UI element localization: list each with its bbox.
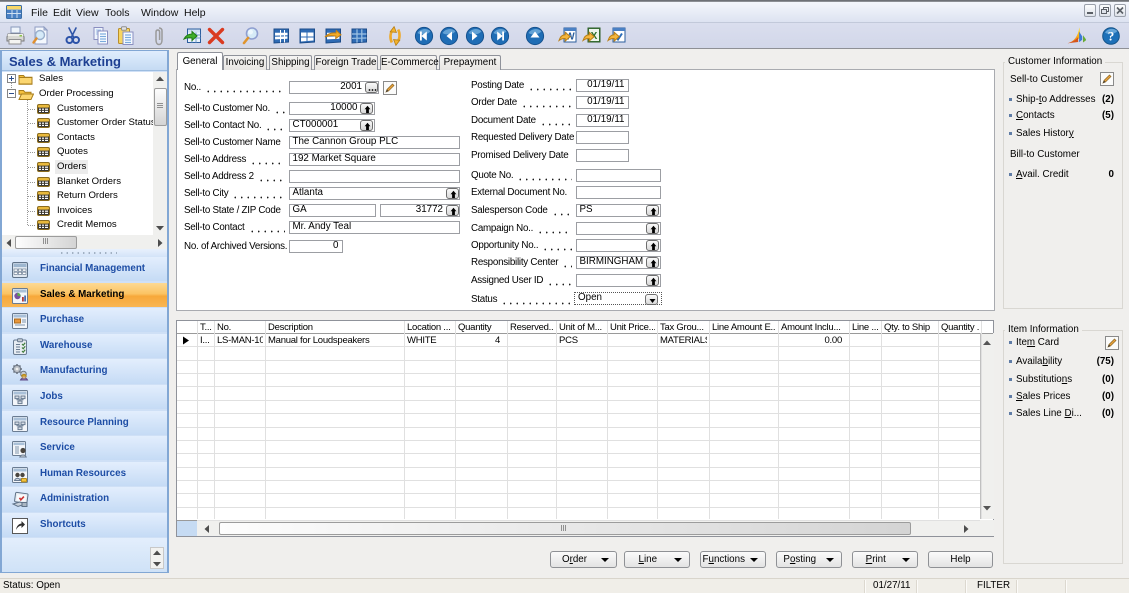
svg-text:?: ? <box>1108 29 1115 44</box>
